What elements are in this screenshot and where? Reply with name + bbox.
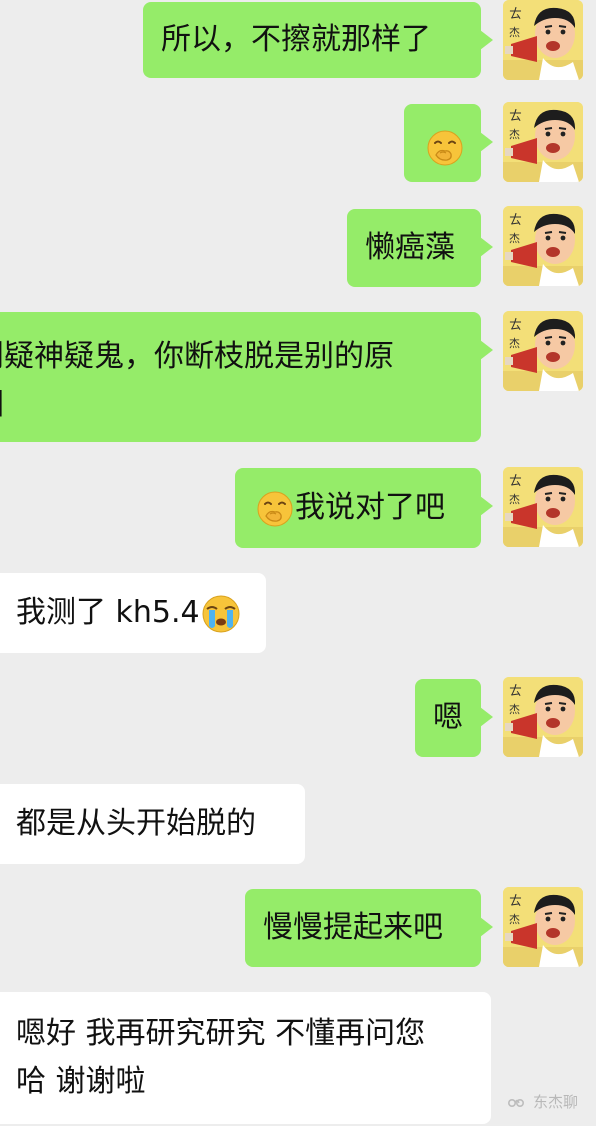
watermark: 东杰聊 xyxy=(507,1091,578,1112)
message-bubble-incoming[interactable]: 嗯好 我再研究研究 不懂再问您 哈 谢谢啦 xyxy=(0,992,491,1124)
message-text: 所以，不擦就那样了 xyxy=(161,22,431,57)
avatar-image: ㄊ 杰 xyxy=(503,311,583,391)
svg-text:ㄊ: ㄊ xyxy=(509,684,522,699)
avatar-image: ㄊ 杰 xyxy=(503,887,583,967)
svg-text:ㄊ: ㄊ xyxy=(509,7,522,22)
svg-text:杰: 杰 xyxy=(509,337,520,350)
avatar[interactable]: ㄊ 杰 xyxy=(503,887,583,967)
avatar-image: ㄊ 杰 xyxy=(503,102,583,182)
chat-window: 所以，不擦就那样了 ㄊ 杰 ㄊ 杰 懒癌藻 ㄊ 杰 别疑神疑鬼，你断枝脱是别的原… xyxy=(0,0,596,1126)
svg-text:杰: 杰 xyxy=(509,26,520,39)
message-bubble-outgoing[interactable] xyxy=(404,104,493,182)
message-text: 都是从头开始脱的 xyxy=(16,806,256,841)
avatar[interactable]: ㄊ 杰 xyxy=(503,467,583,547)
message-text: 嗯 xyxy=(433,700,463,735)
svg-text:ㄊ: ㄊ xyxy=(509,318,522,333)
hand-over-mouth-emoji xyxy=(255,489,295,529)
crying-face-emoji xyxy=(200,593,242,635)
avatar[interactable]: ㄊ 杰 xyxy=(503,206,583,286)
message-bubble-outgoing[interactable]: 嗯 xyxy=(415,679,493,757)
message-bubble-outgoing[interactable]: 懒癌藻 xyxy=(347,209,493,287)
message-bubble-incoming[interactable]: 我测了 kh5.4 xyxy=(0,573,266,653)
avatar[interactable]: ㄊ 杰 xyxy=(503,677,583,757)
svg-text:杰: 杰 xyxy=(509,232,520,245)
svg-text:杰: 杰 xyxy=(509,128,520,141)
wechat-channel-icon xyxy=(507,1095,527,1111)
avatar-image: ㄊ 杰 xyxy=(503,206,583,286)
message-bubble-outgoing[interactable]: 我说对了吧 xyxy=(235,468,493,548)
avatar-image: ㄊ 杰 xyxy=(503,0,583,80)
svg-text:杰: 杰 xyxy=(509,913,520,926)
message-text: 我说对了吧 xyxy=(295,490,445,525)
svg-text:ㄊ: ㄊ xyxy=(509,474,522,489)
svg-text:杰: 杰 xyxy=(509,703,520,716)
avatar[interactable]: ㄊ 杰 xyxy=(503,311,583,391)
avatar[interactable]: ㄊ 杰 xyxy=(503,0,583,80)
message-bubble-outgoing[interactable]: 所以，不擦就那样了 xyxy=(143,2,493,78)
svg-text:杰: 杰 xyxy=(509,493,520,506)
message-text: 慢慢提起来吧 xyxy=(263,910,443,945)
message-text-line: 嗯好 我再研究研究 不懂再问您 xyxy=(16,1016,426,1051)
avatar-image: ㄊ 杰 xyxy=(503,677,583,757)
svg-text:ㄊ: ㄊ xyxy=(509,213,522,228)
message-text: 我测了 kh5.4 xyxy=(16,595,200,630)
message-text: 懒癌藻 xyxy=(365,230,455,265)
avatar-image: ㄊ 杰 xyxy=(503,467,583,547)
message-bubble-outgoing[interactable]: 慢慢提起来吧 xyxy=(245,889,493,967)
message-text-line: 哈 谢谢啦 xyxy=(16,1064,146,1099)
svg-text:ㄊ: ㄊ xyxy=(509,109,522,124)
message-text-line: 别疑神疑鬼，你断枝脱是别的原 xyxy=(0,339,394,374)
watermark-text: 东杰聊 xyxy=(532,1093,578,1111)
svg-text:ㄊ: ㄊ xyxy=(509,894,522,909)
hand-over-mouth-emoji xyxy=(425,128,465,168)
message-text-line: 因 xyxy=(0,382,4,428)
message-bubble-incoming[interactable]: 都是从头开始脱的 xyxy=(0,784,305,864)
message-bubble-outgoing[interactable]: 别疑神疑鬼，你断枝脱是别的原 因 xyxy=(0,312,493,442)
avatar[interactable]: ㄊ 杰 xyxy=(503,102,583,182)
